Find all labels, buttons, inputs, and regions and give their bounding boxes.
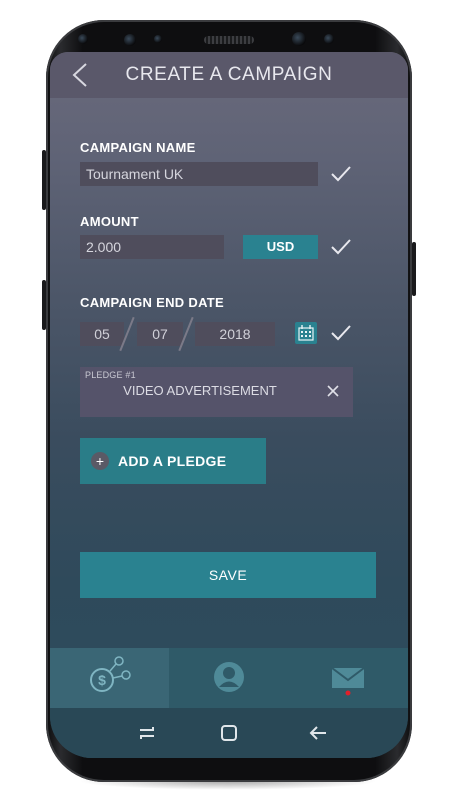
notification-dot bbox=[345, 690, 351, 696]
light-sensor bbox=[154, 35, 162, 43]
end-date-year-input[interactable]: 2018 bbox=[195, 322, 275, 346]
end-date-month-input[interactable]: 07 bbox=[137, 322, 183, 346]
recent-apps-icon[interactable] bbox=[136, 722, 158, 744]
calendar-button[interactable] bbox=[295, 322, 317, 344]
pledge-text: VIDEO ADVERTISEMENT bbox=[123, 383, 277, 398]
end-date-check-icon bbox=[331, 325, 351, 341]
end-date-day-input[interactable]: 05 bbox=[80, 322, 124, 346]
front-camera bbox=[292, 32, 306, 46]
amount-label: AMOUNT bbox=[80, 214, 139, 229]
system-nav-bar bbox=[50, 708, 408, 758]
mail-icon bbox=[331, 667, 365, 696]
volume-button bbox=[42, 150, 46, 210]
svg-text:$: $ bbox=[98, 672, 106, 688]
tab-campaigns[interactable]: $ bbox=[50, 648, 169, 708]
user-icon bbox=[214, 662, 244, 692]
power-button bbox=[412, 242, 416, 296]
dollar-network-icon: $ bbox=[90, 656, 131, 692]
app-screen: CREATE A CAMPAIGN CAMPAIGN NAME Tourname… bbox=[50, 52, 408, 758]
save-button[interactable]: SAVE bbox=[80, 552, 376, 598]
pledge-card[interactable]: PLEDGE #1 VIDEO ADVERTISEMENT bbox=[80, 367, 353, 417]
proximity-sensor bbox=[124, 34, 136, 46]
pledge-number-label: PLEDGE #1 bbox=[85, 370, 136, 380]
amount-check-icon bbox=[331, 239, 351, 255]
bixby-button bbox=[42, 280, 46, 330]
tab-messages[interactable] bbox=[289, 648, 408, 708]
bottom-tab-bar: $ bbox=[50, 648, 408, 708]
plus-icon: + bbox=[91, 452, 109, 470]
add-pledge-button[interactable]: + ADD A PLEDGE bbox=[80, 438, 266, 484]
tab-profile[interactable] bbox=[169, 648, 289, 708]
add-pledge-label: ADD A PLEDGE bbox=[118, 453, 227, 469]
top-bar: CREATE A CAMPAIGN bbox=[50, 52, 408, 98]
campaign-name-check-icon bbox=[331, 166, 351, 182]
page-title: CREATE A CAMPAIGN bbox=[125, 64, 333, 85]
home-icon[interactable] bbox=[218, 722, 240, 744]
currency-select[interactable]: USD bbox=[243, 235, 318, 259]
calendar-icon bbox=[298, 325, 314, 341]
iris-sensor bbox=[78, 34, 88, 44]
iris-camera bbox=[324, 34, 334, 44]
amount-input[interactable]: 2.000 bbox=[80, 235, 224, 259]
remove-pledge-close-icon[interactable] bbox=[325, 383, 341, 399]
earpiece-speaker bbox=[204, 36, 254, 44]
campaign-name-label: CAMPAIGN NAME bbox=[80, 140, 196, 155]
end-date-label: CAMPAIGN END DATE bbox=[80, 295, 225, 310]
campaign-name-input[interactable]: Tournament UK bbox=[80, 162, 318, 186]
back-arrow-icon[interactable] bbox=[307, 722, 329, 744]
